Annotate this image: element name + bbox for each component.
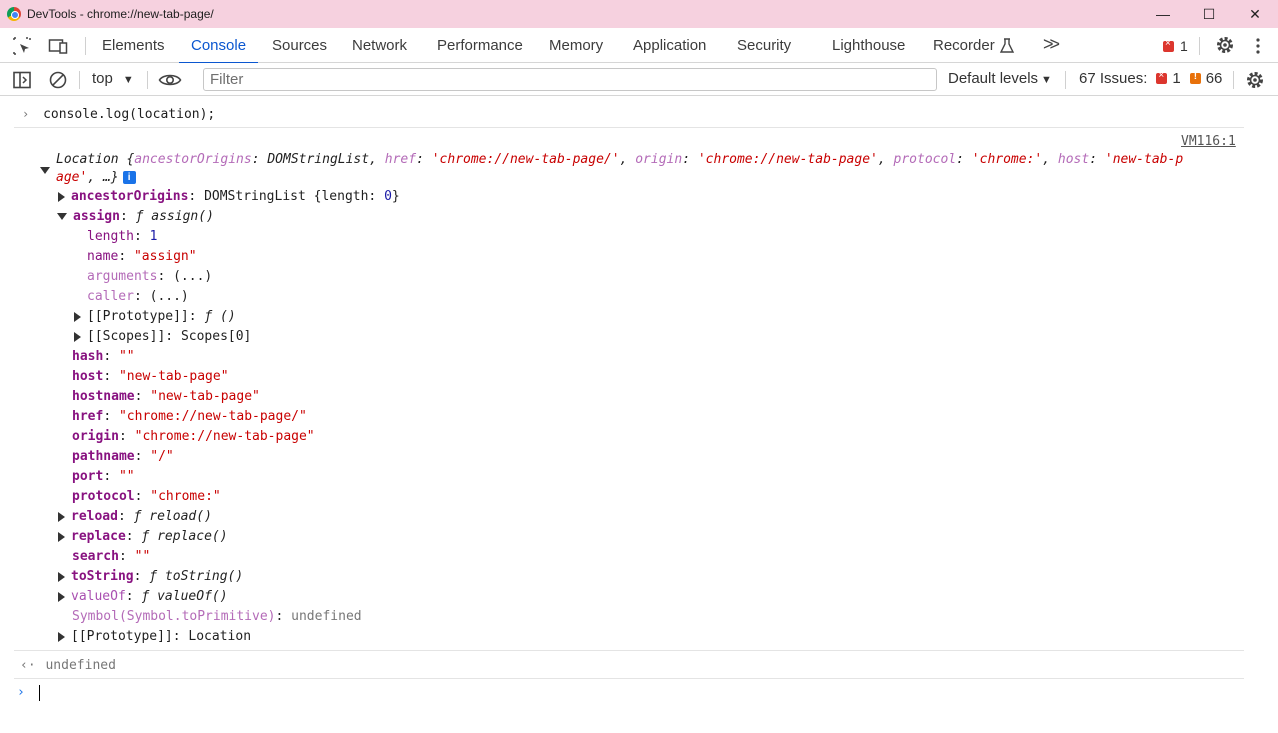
minimize-button[interactable]: — [1140,0,1186,28]
issues-warning-count: 66 [1205,70,1223,87]
prop-replace[interactable]: replace: ƒ replace() [58,527,228,547]
source-link[interactable]: VM116:1 [1181,134,1236,149]
prop-valueOf[interactable]: valueOf: ƒ valueOf() [58,587,228,607]
prop-assign[interactable]: assign: ƒ assign() [57,207,214,227]
tab-application[interactable]: Application [633,28,706,63]
log-levels-label: Default levels [948,70,1039,87]
more-options-icon[interactable] [1254,36,1262,56]
context-label: top [92,70,113,87]
text-caret [38,684,40,701]
chevron-down-icon: ▼ [1041,74,1052,86]
clear-console-icon[interactable] [48,70,68,90]
error-icon [1163,38,1174,52]
prop-ancestorOrigins[interactable]: ancestorOrigins: DOMStringList {length: … [58,187,400,207]
prop-caller[interactable]: caller: (...) [87,287,189,307]
settings-gear-icon[interactable] [1215,35,1235,55]
tab-recorder[interactable]: Recorder [933,28,995,63]
console-input-text: console.log(location); [43,107,216,122]
expand-triangle-icon[interactable] [74,331,81,342]
console-result-text: undefined [45,658,116,673]
window-titlebar: DevTools - chrome://new-tab-page/ — ☐ ✕ [0,0,1278,28]
expand-triangle-icon[interactable] [58,591,65,602]
prop-prototype[interactable]: [[Prototype]]: Location [58,627,251,647]
tab-lighthouse[interactable]: Lighthouse [832,28,905,63]
console-toolbar: top▼ Default levels▼ 67 Issues: 1 66 [0,63,1278,96]
prop-reload[interactable]: reload: ƒ reload() [58,507,212,527]
flask-icon [999,38,1015,53]
maximize-button[interactable]: ☐ [1186,0,1232,28]
issue-error-icon [1156,70,1168,84]
close-button[interactable]: ✕ [1232,0,1278,28]
tab-network[interactable]: Network [352,28,407,63]
collapse-triangle-icon[interactable] [40,167,50,174]
result-arrow-icon: ‹· [20,658,36,673]
chevron-down-icon: ▼ [122,74,134,86]
context-selector[interactable]: top ▼ [92,70,134,87]
device-toolbar-icon[interactable] [48,36,68,56]
issue-warning-icon [1189,71,1201,84]
prop-symbol-toPrimitive: Symbol(Symbol.toPrimitive): undefined [72,609,362,624]
issues-label: 67 Issues: [1079,70,1148,87]
input-prompt-icon: › [22,107,30,121]
chrome-logo-icon [7,7,21,21]
expand-triangle-icon[interactable] [58,571,65,582]
tab-memory[interactable]: Memory [549,28,603,63]
filter-input[interactable] [203,68,937,91]
devtools-tabbar: Elements Console Sources Network Perform… [0,28,1278,64]
sidebar-toggle-icon[interactable] [12,70,32,90]
window-title: DevTools - chrome://new-tab-page/ [27,7,214,21]
tab-security[interactable]: Security [737,28,791,63]
prop-protocol: protocol: "chrome:" [72,489,221,504]
location-summary-line2: age', …} i [56,168,136,188]
expand-triangle-icon[interactable] [58,631,65,642]
live-expression-eye-icon[interactable] [158,71,182,89]
prop-origin: origin: "chrome://new-tab-page" [72,429,315,444]
prop-toString[interactable]: toString: ƒ toString() [58,567,243,587]
prop-hash: hash: "" [72,349,135,364]
prop-assign-prototype[interactable]: [[Prototype]]: ƒ () [74,307,236,327]
console-input-line: › console.log(location); [22,104,215,124]
prop-href: href: "chrome://new-tab-page/" [72,409,307,424]
prop-search: search: "" [72,549,151,564]
prop-length: length: 1 [87,229,158,244]
prop-arguments[interactable]: arguments: (...) [87,267,212,287]
info-icon[interactable]: i [122,171,136,184]
location-summary-line1[interactable]: Location {ancestorOrigins: DOMStringList… [40,150,1183,174]
tab-sources[interactable]: Sources [272,28,327,63]
tab-performance[interactable]: Performance [437,28,523,63]
prompt-chevron-icon: › [17,685,25,700]
prop-port: port: "" [72,469,135,484]
inspect-element-icon[interactable] [12,36,32,56]
tab-console[interactable]: Console [178,28,259,64]
issues-error-count: 1 [1172,70,1181,87]
prop-assign-scopes[interactable]: [[Scopes]]: Scopes[0] [74,327,251,347]
console-settings-gear-icon[interactable] [1245,70,1265,90]
expand-triangle-icon[interactable] [58,191,65,202]
console-result-line: ‹· undefined [20,656,116,676]
error-count: 1 [1180,38,1188,54]
tab-elements[interactable]: Elements [102,28,165,63]
expand-triangle-icon[interactable] [74,311,81,322]
issues-counter[interactable]: 67 Issues: 1 66 [1079,70,1222,87]
expand-triangle-icon[interactable] [58,531,65,542]
prop-pathname: pathname: "/" [72,449,174,464]
collapse-triangle-icon[interactable] [57,213,67,220]
prop-name: name: "assign" [87,249,197,264]
log-levels-dropdown[interactable]: Default levels ▼ [948,70,1052,87]
expand-triangle-icon[interactable] [58,511,65,522]
console-prompt[interactable]: › [17,683,40,703]
console-output: › console.log(location); VM116:1 Locatio… [0,97,1278,733]
error-count-badge[interactable]: 1 [1163,38,1188,54]
more-tabs-icon[interactable]: >> [1043,34,1060,55]
prop-host: host: "new-tab-page" [72,369,229,384]
prop-hostname: hostname: "new-tab-page" [72,389,260,404]
